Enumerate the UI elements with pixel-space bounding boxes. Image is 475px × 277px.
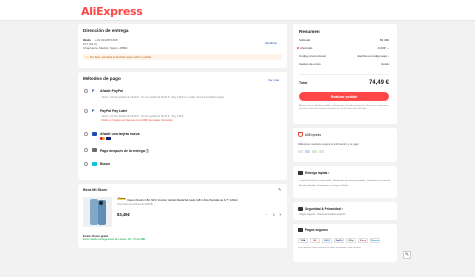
promo-code-input[interactable]: Escribe el código aquí › bbox=[358, 54, 389, 58]
summary-row-label: Gastos de envío bbox=[299, 62, 321, 66]
delivery-estimate: Envío rápido entrega antes de martes, 03… bbox=[83, 238, 146, 241]
pencil-icon: ✎ bbox=[404, 252, 410, 258]
fast-delivery-bullets-2: · Artículos dañados · Reembolso si no ll… bbox=[298, 185, 349, 187]
security-title[interactable]: Seguridad & Privacidad › bbox=[305, 207, 343, 211]
summary-row-subtotal: Subtotal 83,49€ bbox=[299, 38, 389, 43]
card-brands-icons bbox=[100, 137, 114, 140]
address-notice-text: Por favor, actualiza tu dirección para r… bbox=[90, 55, 152, 59]
summary-row-value[interactable]: -9,00€ ⌄ bbox=[377, 46, 389, 50]
payment-badge: Klarna bbox=[358, 238, 368, 243]
radio-button[interactable] bbox=[84, 162, 88, 166]
paypal-icon: P bbox=[92, 109, 97, 113]
certification-icons bbox=[298, 150, 328, 154]
summary-title: Resumen bbox=[299, 29, 320, 34]
payment-badge: Maestro bbox=[370, 238, 380, 243]
product-image[interactable] bbox=[83, 197, 112, 227]
secure-payments-note: Con nuestros pagos seguros tus datos per… bbox=[298, 247, 362, 249]
radio-button[interactable] bbox=[84, 109, 88, 113]
payment-option-paypal-later[interactable]: P PayPal Pay Later · 10min - 60 min pedi… bbox=[78, 106, 287, 124]
radio-button[interactable] bbox=[84, 148, 88, 152]
divider bbox=[299, 74, 389, 75]
payment-option-detail: · 10min - 60 min pedido de 25,00 € · 10 … bbox=[100, 96, 225, 99]
store-card: Best Mi Store ✎ Choice Xiaomi Redmi 15C … bbox=[78, 184, 287, 248]
summary-row-label: Ahorrado bbox=[300, 46, 313, 50]
quantity-value[interactable]: 1 bbox=[273, 213, 275, 217]
address-notice: ⚠ Por favor, actualiza tu dirección para… bbox=[83, 54, 282, 60]
secure-payments-card: Pagos seguros VISA MC AMEX PayPal GPay K… bbox=[293, 224, 397, 262]
choice-badge: Choice bbox=[117, 198, 127, 200]
edit-address-link[interactable]: Modificar bbox=[265, 41, 277, 45]
shipping-card: Dirección de entrega Ondo +34 3913871845… bbox=[78, 24, 287, 68]
fast-delivery-title[interactable]: Entrega rápida › bbox=[305, 171, 329, 175]
summary-row-value: Gratis bbox=[380, 62, 389, 66]
shipping-title: Dirección de entrega bbox=[83, 28, 129, 33]
fast-delivery-card[interactable]: Entrega rápida › · Cupón de 3,00€ por en… bbox=[293, 166, 397, 198]
trust-text: AliExpress mantiene segura tu informació… bbox=[298, 143, 359, 146]
lock-icon bbox=[298, 207, 303, 211]
security-card[interactable]: Seguridad & Privacidad › · Pagos seguros… bbox=[293, 202, 397, 220]
card-icon bbox=[298, 228, 303, 232]
payment-badge: GPay bbox=[346, 238, 356, 243]
floating-edit-button[interactable]: ✎ bbox=[403, 251, 411, 259]
trust-card: AliExpress AliExpress mantiene segura tu… bbox=[293, 128, 397, 162]
legal-text: Al hacer clic en 'Realizar pedido', conf… bbox=[299, 105, 389, 110]
summary-row-value: 83,49€ bbox=[379, 38, 389, 42]
card-icon bbox=[92, 132, 97, 136]
payment-option-bizum[interactable]: Bizum bbox=[78, 159, 287, 169]
recipient-phone: +34 3913871845 bbox=[95, 38, 118, 42]
payment-title: Métodos de pago bbox=[83, 76, 121, 81]
coin-icon bbox=[296, 46, 299, 49]
payment-option-label: Añadir una tarjeta nueva bbox=[100, 132, 140, 136]
payment-badge: PayPal bbox=[334, 238, 344, 243]
place-order-button[interactable]: Realizar pedido bbox=[299, 92, 389, 101]
summary-total: Total 74,49 € bbox=[299, 80, 389, 87]
total-label: Total bbox=[299, 81, 308, 85]
radio-button[interactable] bbox=[84, 132, 88, 136]
top-bar: AliExpress bbox=[0, 0, 475, 21]
store-name[interactable]: Best Mi Store bbox=[83, 188, 107, 192]
payment-option-installments: · Dividí en 3 pagos sin intereses de 24,… bbox=[100, 119, 173, 122]
product-price: 83,49€ bbox=[117, 212, 130, 217]
address-city: Chapineria, Madrid, Spain, 28801 bbox=[83, 46, 128, 50]
trust-brand: AliExpress bbox=[305, 132, 322, 137]
payment-option-detail: · 10min - 60 min pedido de 25,00 € · 10 … bbox=[100, 115, 184, 118]
summary-row-shipping: Gastos de envío Gratis bbox=[299, 62, 389, 67]
payment-option-label: Añadir PayPal bbox=[100, 89, 123, 93]
cash-icon bbox=[92, 148, 97, 152]
radio-button[interactable] bbox=[84, 89, 88, 93]
quantity-decrease-button[interactable]: − bbox=[265, 212, 267, 217]
shield-icon bbox=[298, 132, 303, 137]
payment-option-label: Bizum bbox=[100, 162, 111, 166]
payment-option-cash-on-delivery[interactable]: Pago después de la entrega ⓘ bbox=[78, 145, 287, 155]
summary-row-label: Código promocional bbox=[299, 54, 326, 58]
secure-payments-title: Pagos seguros bbox=[305, 228, 328, 232]
quantity-stepper[interactable]: − 1 + bbox=[265, 212, 283, 217]
quantity-increase-button[interactable]: + bbox=[279, 212, 281, 217]
warning-icon: ⚠ bbox=[85, 55, 88, 59]
summary-row-saved[interactable]: Ahorrado -9,00€ ⌄ bbox=[296, 46, 389, 51]
payment-badge: AMEX bbox=[322, 238, 332, 243]
pencil-icon[interactable]: ✎ bbox=[278, 187, 281, 192]
paypal-icon: P bbox=[92, 89, 97, 93]
truck-icon bbox=[298, 171, 303, 175]
payment-option-label: Pago después de la entrega ⓘ bbox=[100, 149, 150, 153]
payment-option-label: PayPal Pay Later bbox=[100, 109, 128, 113]
summary-row-label: Subtotal bbox=[299, 38, 311, 42]
bizum-icon bbox=[92, 162, 97, 166]
aliexpress-logo[interactable]: AliExpress bbox=[81, 5, 143, 18]
payment-badge: VISA bbox=[298, 238, 308, 243]
total-value: 74,49 € bbox=[368, 80, 389, 86]
payment-card: Métodos de pago Ver más P Añadir PayPal … bbox=[78, 72, 287, 180]
payment-option-add-paypal[interactable]: P Añadir PayPal · 10min - 60 min pedido … bbox=[78, 86, 287, 102]
fast-delivery-bullets-1: · Cupón de 3,00€ por entrega tardía · Re… bbox=[298, 180, 391, 182]
payment-badge: MC bbox=[310, 238, 320, 243]
product-variant[interactable]: Azul Claro de la Roca 8+128GB bbox=[117, 203, 153, 206]
summary-row-promo[interactable]: Código promocional Escribe el código aqu… bbox=[299, 54, 389, 59]
security-bullets: · Pagos seguros · Datos personales segur… bbox=[298, 213, 346, 216]
product-title[interactable]: Xiaomi Redmi 15C NFC Versión Global Medi… bbox=[127, 198, 238, 202]
payment-option-add-card[interactable]: Añadir una tarjeta nueva bbox=[78, 129, 287, 141]
see-all-payments-link[interactable]: Ver más bbox=[268, 78, 279, 82]
